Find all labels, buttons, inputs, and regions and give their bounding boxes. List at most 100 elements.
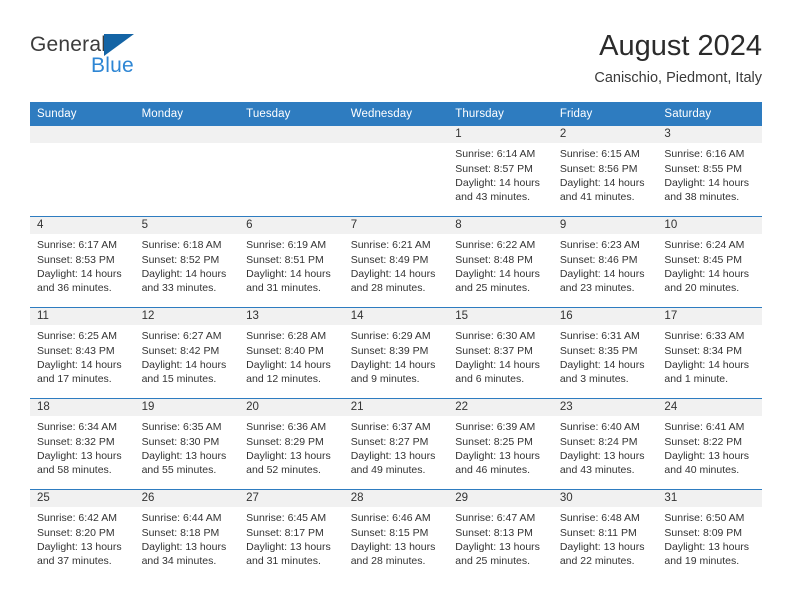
weekday-header-thursday: Thursday bbox=[455, 108, 505, 121]
day-sun-info: Sunrise: 6:36 AM Sunset: 8:29 PM Daylight:… bbox=[239, 416, 344, 477]
calendar-day-cell[interactable]: 22 Sunrise: 6:39 AM Sunset: 8:25 PM Dayligh… bbox=[448, 399, 553, 490]
sunrise-text: Sunrise: 6:27 AM bbox=[141, 330, 222, 343]
sunrise-text: Sunrise: 6:40 AM bbox=[559, 421, 640, 434]
sunset-text: Sunset: 8:52 PM bbox=[141, 253, 220, 266]
day-number: 25 bbox=[30, 490, 135, 508]
calendar-day-cell[interactable]: 7 Sunrise: 6:21 AM Sunset: 8:49 PM Daylight… bbox=[343, 217, 449, 308]
weekday-header-saturday: Saturday bbox=[664, 108, 712, 121]
sunrise-text: Sunrise: 6:21 AM bbox=[350, 239, 431, 252]
sunset-text: Sunset: 8:56 PM bbox=[559, 162, 638, 175]
day-number: 5 bbox=[134, 217, 240, 235]
daylight-text-line2: and 41 minutes. bbox=[559, 190, 635, 203]
daylight-text-line1: Daylight: 13 hours bbox=[455, 540, 540, 553]
daylight-text-line1: Daylight: 13 hours bbox=[559, 540, 645, 553]
general-blue-logo[interactable]: General Blue bbox=[30, 28, 210, 80]
calendar-day-cell[interactable]: 12 Sunrise: 6:27 AM Sunset: 8:42 PM Dayligh… bbox=[134, 308, 240, 399]
day-number: 4 bbox=[30, 217, 135, 235]
calendar-day-cell[interactable]: 4 Sunrise: 6:17 AM Sunset: 8:53 PM Daylight… bbox=[30, 217, 135, 308]
sunset-text: Sunset: 8:20 PM bbox=[37, 526, 115, 539]
day-number: 6 bbox=[239, 217, 344, 235]
calendar-page: General Blue August 2024 Canischio, Pied… bbox=[0, 0, 792, 612]
daylight-text-line2: and 52 minutes. bbox=[246, 463, 321, 476]
calendar-day-cell[interactable]: 25 Sunrise: 6:42 AM Sunset: 8:20 PM Dayligh… bbox=[30, 490, 135, 581]
calendar-day-cell[interactable]: 31 Sunrise: 6:50 AM Sunset: 8:09 PM Dayligh… bbox=[657, 490, 762, 581]
sunrise-text: Sunrise: 6:25 AM bbox=[37, 330, 117, 343]
sunrise-text: Sunrise: 6:23 AM bbox=[559, 239, 640, 252]
day-sun-info: Sunrise: 6:24 AM Sunset: 8:45 PM Daylight:… bbox=[657, 234, 762, 295]
sunset-text: Sunset: 8:34 PM bbox=[664, 344, 743, 357]
calendar-day-cell[interactable]: 21 Sunrise: 6:37 AM Sunset: 8:27 PM Dayligh… bbox=[343, 399, 449, 490]
calendar-day-cell[interactable]: 18 Sunrise: 6:34 AM Sunset: 8:32 PM Dayligh… bbox=[30, 399, 135, 490]
daylight-text-line1: Daylight: 14 hours bbox=[350, 358, 436, 371]
calendar-day-cell[interactable]: 30 Sunrise: 6:48 AM Sunset: 8:11 PM Dayligh… bbox=[552, 490, 658, 581]
day-number: 22 bbox=[448, 399, 553, 417]
sunrise-text: Sunrise: 6:16 AM bbox=[664, 148, 745, 161]
daylight-text-line1: Daylight: 14 hours bbox=[350, 267, 436, 280]
calendar-day-cell[interactable]: 17 Sunrise: 6:33 AM Sunset: 8:34 PM Dayligh… bbox=[657, 308, 762, 399]
calendar-day-cell[interactable]: 19 Sunrise: 6:35 AM Sunset: 8:30 PM Dayligh… bbox=[134, 399, 240, 490]
calendar-day-cell[interactable]: 10 Sunrise: 6:24 AM Sunset: 8:45 PM Dayligh… bbox=[657, 217, 762, 308]
day-sun-info: Sunrise: 6:40 AM Sunset: 8:24 PM Daylight:… bbox=[553, 416, 658, 477]
daylight-text-line1: Daylight: 14 hours bbox=[559, 358, 645, 371]
sunrise-text: Sunrise: 6:37 AM bbox=[350, 421, 431, 434]
calendar-day-cell[interactable]: 8 Sunrise: 6:22 AM Sunset: 8:48 PM Daylight… bbox=[448, 217, 553, 308]
sunrise-text: Sunrise: 6:39 AM bbox=[455, 421, 536, 434]
daylight-text-line2: and 12 minutes. bbox=[246, 372, 321, 385]
sunset-text: Sunset: 8:18 PM bbox=[141, 526, 220, 539]
day-sun-info: Sunrise: 6:37 AM Sunset: 8:27 PM Daylight:… bbox=[344, 416, 449, 477]
daylight-text-line1: Daylight: 14 hours bbox=[664, 176, 750, 189]
calendar-day-cell[interactable]: 26 Sunrise: 6:44 AM Sunset: 8:18 PM Dayligh… bbox=[134, 490, 240, 581]
day-number bbox=[239, 126, 344, 144]
weekday-header-friday: Friday bbox=[559, 108, 593, 121]
daylight-text-line2: and 31 minutes. bbox=[246, 281, 321, 294]
calendar-day-cell[interactable]: 9 Sunrise: 6:23 AM Sunset: 8:46 PM Daylight… bbox=[552, 217, 658, 308]
day-number: 23 bbox=[552, 399, 658, 417]
sunrise-text: Sunrise: 6:36 AM bbox=[246, 421, 327, 434]
calendar-day-cell[interactable]: 23 Sunrise: 6:40 AM Sunset: 8:24 PM Dayligh… bbox=[552, 399, 658, 490]
day-number: 1 bbox=[448, 126, 553, 144]
calendar-day-cell[interactable]: 27 Sunrise: 6:45 AM Sunset: 8:17 PM Dayligh… bbox=[239, 490, 344, 581]
calendar-day-cell[interactable]: 6 Sunrise: 6:19 AM Sunset: 8:51 PM Daylight… bbox=[239, 217, 344, 308]
daylight-text-line2: and 17 minutes. bbox=[37, 372, 112, 385]
calendar-day-cell[interactable]: 11 Sunrise: 6:25 AM Sunset: 8:43 PM Dayligh… bbox=[30, 308, 135, 399]
calendar-day-cell[interactable]: 24 Sunrise: 6:41 AM Sunset: 8:22 PM Dayligh… bbox=[657, 399, 762, 490]
calendar-day-cell-empty bbox=[239, 126, 344, 217]
day-number bbox=[30, 126, 135, 144]
daylight-text-line1: Daylight: 13 hours bbox=[664, 540, 750, 553]
day-sun-info: Sunrise: 6:18 AM Sunset: 8:52 PM Daylight:… bbox=[135, 234, 240, 295]
calendar-day-cell[interactable]: 5 Sunrise: 6:18 AM Sunset: 8:52 PM Daylight… bbox=[134, 217, 240, 308]
sunset-text: Sunset: 8:35 PM bbox=[559, 344, 638, 357]
calendar-day-cell[interactable]: 14 Sunrise: 6:29 AM Sunset: 8:39 PM Dayligh… bbox=[343, 308, 449, 399]
calendar-day-cell[interactable]: 1 Sunrise: 6:14 AM Sunset: 8:57 PM Daylight… bbox=[448, 126, 553, 217]
day-sun-info: Sunrise: 6:16 AM Sunset: 8:55 PM Daylight:… bbox=[657, 143, 762, 204]
sunset-text: Sunset: 8:53 PM bbox=[37, 253, 115, 266]
daylight-text-line2: and 15 minutes. bbox=[141, 372, 217, 385]
daylight-text-line2: and 46 minutes. bbox=[455, 463, 530, 476]
daylight-text-line2: and 40 minutes. bbox=[664, 463, 740, 476]
calendar-day-cell[interactable]: 15 Sunrise: 6:30 AM Sunset: 8:37 PM Dayligh… bbox=[448, 308, 553, 399]
day-sun-info: Sunrise: 6:29 AM Sunset: 8:39 PM Daylight:… bbox=[344, 325, 449, 386]
calendar-day-cell[interactable]: 29 Sunrise: 6:47 AM Sunset: 8:13 PM Dayligh… bbox=[448, 490, 553, 581]
sunset-text: Sunset: 8:43 PM bbox=[37, 344, 115, 357]
sunrise-text: Sunrise: 6:18 AM bbox=[141, 239, 222, 252]
calendar-day-cell[interactable]: 20 Sunrise: 6:36 AM Sunset: 8:29 PM Dayligh… bbox=[239, 399, 344, 490]
calendar-day-cell[interactable]: 28 Sunrise: 6:46 AM Sunset: 8:15 PM Dayligh… bbox=[343, 490, 449, 581]
daylight-text-line2: and 43 minutes. bbox=[559, 463, 635, 476]
triangle-icon bbox=[104, 34, 134, 56]
daylight-text-line2: and 31 minutes. bbox=[246, 554, 321, 567]
calendar-day-cell[interactable]: 3 Sunrise: 6:16 AM Sunset: 8:55 PM Daylight… bbox=[657, 126, 762, 217]
calendar-day-cell[interactable]: 16 Sunrise: 6:31 AM Sunset: 8:35 PM Dayligh… bbox=[552, 308, 658, 399]
weekday-header-wednesday: Wednesday bbox=[350, 108, 413, 121]
sunset-text: Sunset: 8:15 PM bbox=[350, 526, 429, 539]
sunset-text: Sunset: 8:48 PM bbox=[455, 253, 533, 266]
calendar-day-cell[interactable]: 13 Sunrise: 6:28 AM Sunset: 8:40 PM Dayligh… bbox=[239, 308, 344, 399]
daylight-text-line2: and 19 minutes. bbox=[664, 554, 740, 567]
calendar-week-row: 18 Sunrise: 6:34 AM Sunset: 8:32 PM Dayligh… bbox=[30, 398, 762, 490]
daylight-text-line1: Daylight: 13 hours bbox=[37, 449, 122, 462]
sunset-text: Sunset: 8:22 PM bbox=[664, 435, 743, 448]
day-number: 11 bbox=[30, 308, 135, 326]
daylight-text-line1: Daylight: 13 hours bbox=[246, 540, 331, 553]
sunset-text: Sunset: 8:51 PM bbox=[246, 253, 324, 266]
day-sun-info: Sunrise: 6:48 AM Sunset: 8:11 PM Daylight:… bbox=[553, 507, 658, 568]
calendar-day-cell[interactable]: 2 Sunrise: 6:15 AM Sunset: 8:56 PM Daylight… bbox=[552, 126, 658, 217]
